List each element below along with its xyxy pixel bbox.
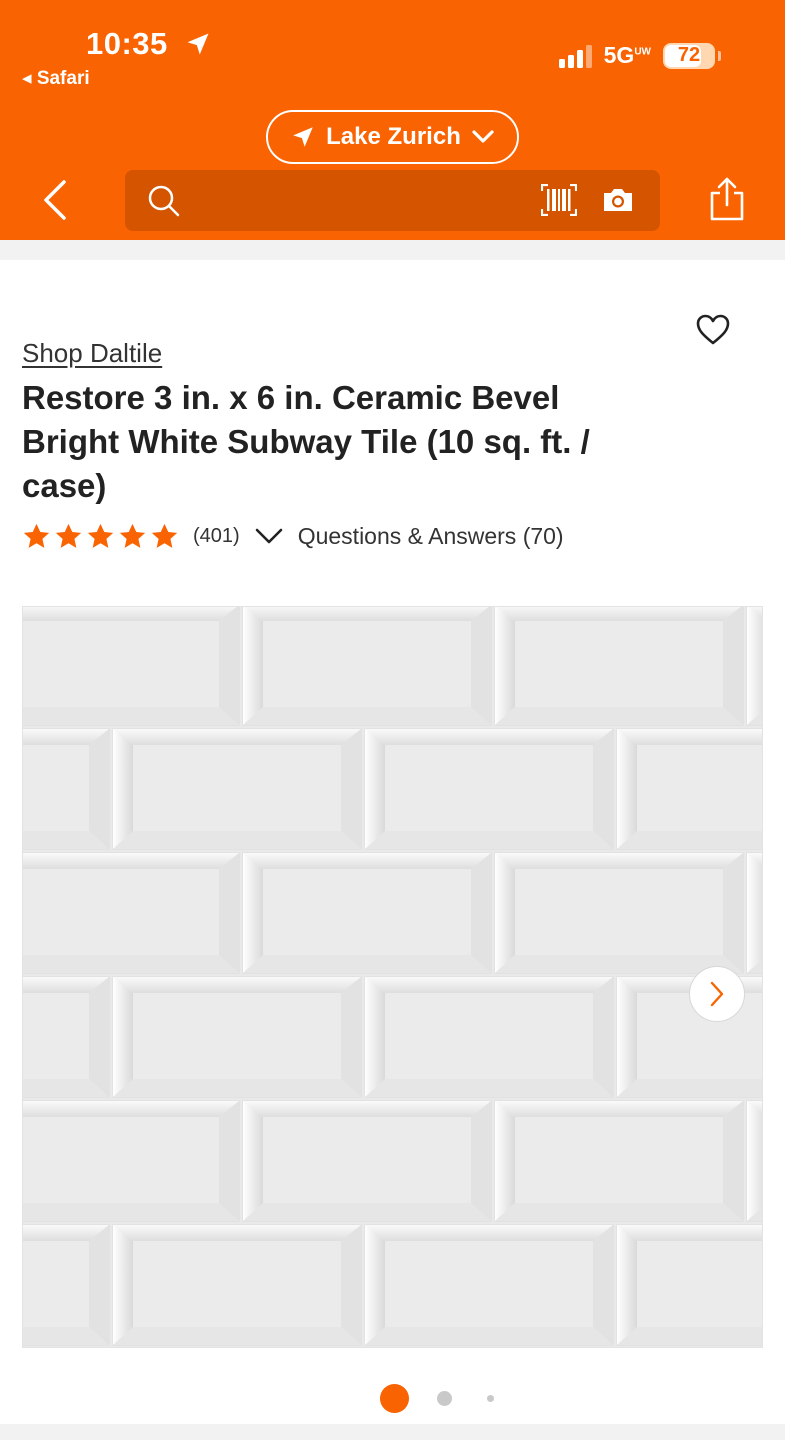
chevron-right-icon — [710, 981, 724, 1007]
star-icon — [87, 523, 114, 548]
store-name: Lake Zurich — [326, 123, 461, 150]
network-type: 5GUW — [603, 42, 651, 68]
battery-icon: 72 — [663, 42, 721, 69]
search-input[interactable] — [125, 170, 660, 231]
product-image[interactable] — [22, 606, 763, 1348]
next-image-button[interactable] — [689, 966, 745, 1022]
subway-tile — [242, 607, 492, 726]
subway-tile — [112, 976, 362, 1098]
subway-tile — [242, 1100, 492, 1222]
subway-tile — [23, 852, 240, 974]
star-icon — [151, 523, 178, 548]
subway-tile — [23, 976, 110, 1098]
subway-tile — [23, 1100, 240, 1222]
location-arrow-icon — [187, 33, 209, 55]
app-header: 10:35 ◂ Safari 5GUW 72 Lake Zurich — [0, 0, 785, 240]
star-rating[interactable] — [22, 522, 179, 551]
subway-tile — [112, 1224, 362, 1346]
subway-tile — [23, 728, 110, 850]
subway-tile — [364, 1224, 614, 1346]
pagination-dot-active[interactable] — [380, 1384, 409, 1413]
subway-tile — [616, 728, 762, 850]
chevron-down-icon[interactable] — [254, 526, 284, 546]
pagination-dot[interactable] — [487, 1395, 494, 1402]
product-image-gallery — [0, 586, 785, 1424]
rating-row: (401) Questions & Answers (70) — [22, 518, 564, 554]
subway-tile — [494, 607, 744, 726]
pagination-dot[interactable] — [437, 1391, 452, 1406]
product-info-card: Shop Daltile Restore 3 in. x 6 in. Ceram… — [0, 260, 785, 586]
subway-tile — [242, 852, 492, 974]
chevron-down-icon — [472, 130, 494, 143]
share-icon[interactable] — [708, 176, 746, 222]
divider — [0, 240, 785, 260]
subway-tile — [364, 728, 614, 850]
subway-tile — [494, 852, 744, 974]
location-arrow-icon — [293, 127, 313, 147]
product-title: Restore 3 in. x 6 in. Ceramic Bevel Brig… — [22, 379, 590, 504]
subway-tile — [23, 1224, 110, 1346]
gallery-pagination — [0, 1384, 785, 1414]
status-indicators: 5GUW 72 — [558, 42, 721, 69]
subway-tile — [23, 607, 240, 726]
signal-strength-icon — [558, 44, 592, 68]
camera-icon[interactable] — [601, 186, 635, 214]
star-icon — [119, 523, 146, 548]
star-icon — [55, 523, 82, 548]
subway-tile-image — [23, 607, 762, 1347]
status-time: 10:35 — [86, 26, 168, 61]
heart-icon[interactable] — [695, 312, 731, 348]
subway-tile — [364, 976, 614, 1098]
subway-tile — [746, 852, 762, 974]
subway-tile — [616, 1224, 762, 1346]
back-chevron-icon[interactable] — [36, 178, 76, 222]
star-icon — [23, 523, 50, 548]
battery-level: 72 — [677, 44, 701, 66]
subway-tile — [494, 1100, 744, 1222]
barcode-icon[interactable] — [541, 184, 577, 216]
store-selector-button[interactable]: Lake Zurich — [266, 110, 519, 164]
search-icon — [148, 185, 180, 217]
subway-tile — [746, 607, 762, 726]
shop-brand-link[interactable]: Shop Daltile — [22, 338, 162, 369]
subway-tile — [112, 728, 362, 850]
subway-tile — [746, 1100, 762, 1222]
review-count[interactable]: (401) — [193, 525, 240, 548]
questions-answers-link[interactable]: Questions & Answers (70) — [298, 523, 564, 550]
back-to-safari-link[interactable]: ◂ Safari — [22, 67, 90, 90]
